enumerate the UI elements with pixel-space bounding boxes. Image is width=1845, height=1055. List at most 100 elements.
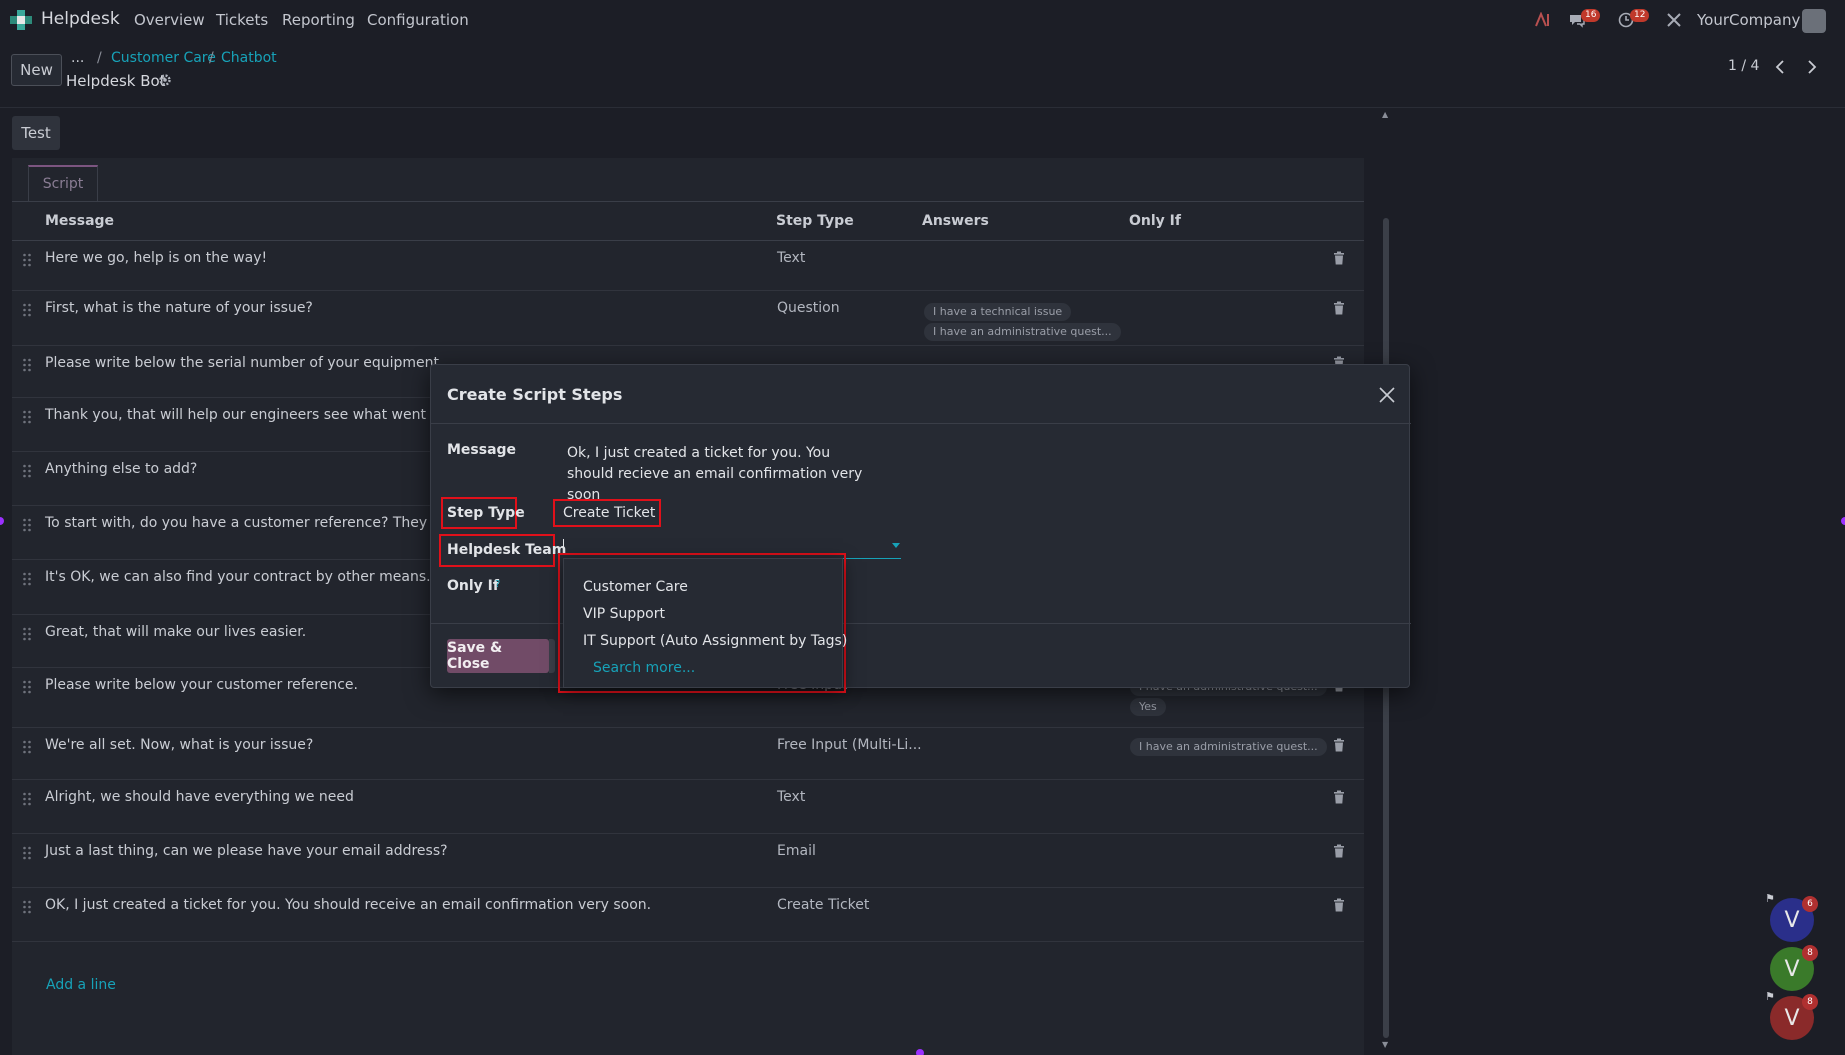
edge-marker [916,1049,924,1055]
drag-handle-icon[interactable] [22,253,32,267]
cell-message: Alright, we should have everything we ne… [45,789,354,805]
flag-icon: ⚑ [1765,892,1775,905]
discard-button[interactable] [549,639,555,673]
cell-message: Just a last thing, can we please have yo… [45,843,448,859]
cell-message: It's OK, we can also find your contract … [45,569,431,585]
scroll-up-arrow[interactable]: ▲ [1382,110,1388,119]
cell-message: First, what is the nature of your issue? [45,300,313,316]
cell-step-type: Email [777,843,816,859]
chat-bubble-badge: 6 [1802,896,1818,912]
user-avatar[interactable] [1802,9,1826,33]
drag-handle-icon[interactable] [22,627,32,641]
dropdown-option-vip-support[interactable]: VIP Support [583,606,665,622]
column-message[interactable]: Message [45,213,114,229]
dropdown-option-customer-care[interactable]: Customer Care [583,579,688,595]
pager-next-button[interactable] [1797,52,1827,82]
cell-message: Please write below your customer referen… [45,677,358,693]
app-name[interactable]: Helpdesk [41,9,120,29]
drag-handle-icon[interactable] [22,680,32,694]
edge-marker [1841,517,1845,525]
column-answers[interactable]: Answers [922,213,989,229]
test-button[interactable]: Test [12,116,60,150]
menu-reporting[interactable]: Reporting [282,11,355,29]
menu-tickets[interactable]: Tickets [216,11,268,29]
answer-tag: I have a technical issue [924,303,1072,321]
cell-message: Great, that will make our lives easier. [45,624,307,640]
column-only-if[interactable]: Only If [1129,213,1181,229]
text-caret [563,539,564,553]
control-panel: New ... / Customer Care / Chatbot Helpde… [0,40,1845,108]
drag-handle-icon[interactable] [22,518,32,532]
menu-overview[interactable]: Overview [134,11,205,29]
dropdown-arrow-icon[interactable] [892,543,900,548]
drag-handle-icon[interactable] [22,464,32,478]
helpdesk-team-label: Helpdesk Team [447,542,567,558]
helpdesk-app-icon[interactable] [10,10,32,30]
drag-handle-icon[interactable] [22,358,32,372]
ai-icon[interactable] [1532,9,1554,31]
drag-handle-icon[interactable] [22,792,32,806]
chat-bubble-badge: 8 [1802,994,1818,1010]
message-field[interactable]: Ok, I just created a ticket for you. You… [567,443,867,506]
close-icon[interactable] [1378,386,1396,404]
trash-icon[interactable] [1333,790,1345,804]
tab-divider [12,201,1364,202]
cell-step-type: Create Ticket [777,897,870,913]
dropdown-search-more[interactable]: Search more... [593,660,695,676]
trash-icon[interactable] [1333,251,1345,265]
trash-icon[interactable] [1333,301,1345,315]
save-close-button[interactable]: Save & Close [447,639,549,673]
cell-message: Anything else to add? [45,461,198,477]
pager-previous-button[interactable] [1765,52,1795,82]
dropdown-option-it-support[interactable]: IT Support (Auto Assignment by Tags) [583,633,847,649]
trash-icon[interactable] [1333,844,1345,858]
breadcrumb-separator: / [209,50,214,66]
drag-handle-icon[interactable] [22,572,32,586]
breadcrumb-ellipsis[interactable]: ... [71,50,84,66]
trash-icon[interactable] [1333,738,1345,752]
breadcrumb-customer-care[interactable]: Customer Care [111,50,216,66]
message-label: Message [447,442,517,458]
drag-handle-icon[interactable] [22,740,32,754]
table-row[interactable]: Just a last thing, can we please have yo… [12,834,1364,888]
cell-message: Here we go, help is on the way! [45,250,268,266]
step-type-label: Step Type [447,505,525,521]
drag-handle-icon[interactable] [22,410,32,424]
column-step-type[interactable]: Step Type [776,213,854,229]
drag-handle-icon[interactable] [22,900,32,914]
gear-icon[interactable] [158,73,172,87]
activities-badge: 12 [1630,9,1650,22]
company-switcher[interactable]: YourCompany [1697,11,1800,29]
only-if-label: Only If [447,578,499,594]
only-if-help-icon[interactable]: ? [495,579,500,590]
step-type-select[interactable]: Create Ticket [563,505,655,521]
drag-handle-icon[interactable] [22,303,32,317]
helpdesk-team-dropdown: Customer Care VIP Support IT Support (Au… [563,558,847,688]
pager-value[interactable]: 1 / 4 [1728,58,1759,74]
table-row[interactable]: Alright, we should have everything we ne… [12,780,1364,834]
chat-bubble-badge: 8 [1802,945,1818,961]
cell-message: We're all set. Now, what is your issue? [45,737,314,753]
tools-icon[interactable] [1663,9,1685,31]
breadcrumb-chatbot[interactable]: Chatbot [221,50,277,66]
only-if-tag: I have an administrative quest... [1130,738,1327,756]
add-line-link[interactable]: Add a line [46,977,116,993]
drag-handle-icon[interactable] [22,846,32,860]
table-row[interactable]: OK, I just created a ticket for you. You… [12,888,1364,942]
table-row[interactable]: Here we go, help is on the way! Text [12,241,1364,291]
table-row[interactable]: First, what is the nature of your issue?… [12,291,1364,346]
scroll-down-arrow[interactable]: ▼ [1382,1040,1388,1049]
cell-step-type: Question [777,300,840,316]
tab-script[interactable]: Script [28,165,98,201]
menu-configuration[interactable]: Configuration [367,11,469,29]
new-button[interactable]: New [11,54,62,86]
record-title: Helpdesk Bot [66,72,166,90]
cell-message: To start with, do you have a customer re… [45,515,476,531]
cell-step-type: Text [777,250,806,266]
cell-step-type: Text [777,789,806,805]
table-row[interactable]: We're all set. Now, what is your issue? F… [12,728,1364,780]
flag-icon: ⚑ [1765,990,1775,1003]
cell-message: Thank you, that will help our engineers … [45,407,474,423]
trash-icon[interactable] [1333,898,1345,912]
top-navbar: Helpdesk Overview Tickets Reporting Conf… [0,0,1845,40]
